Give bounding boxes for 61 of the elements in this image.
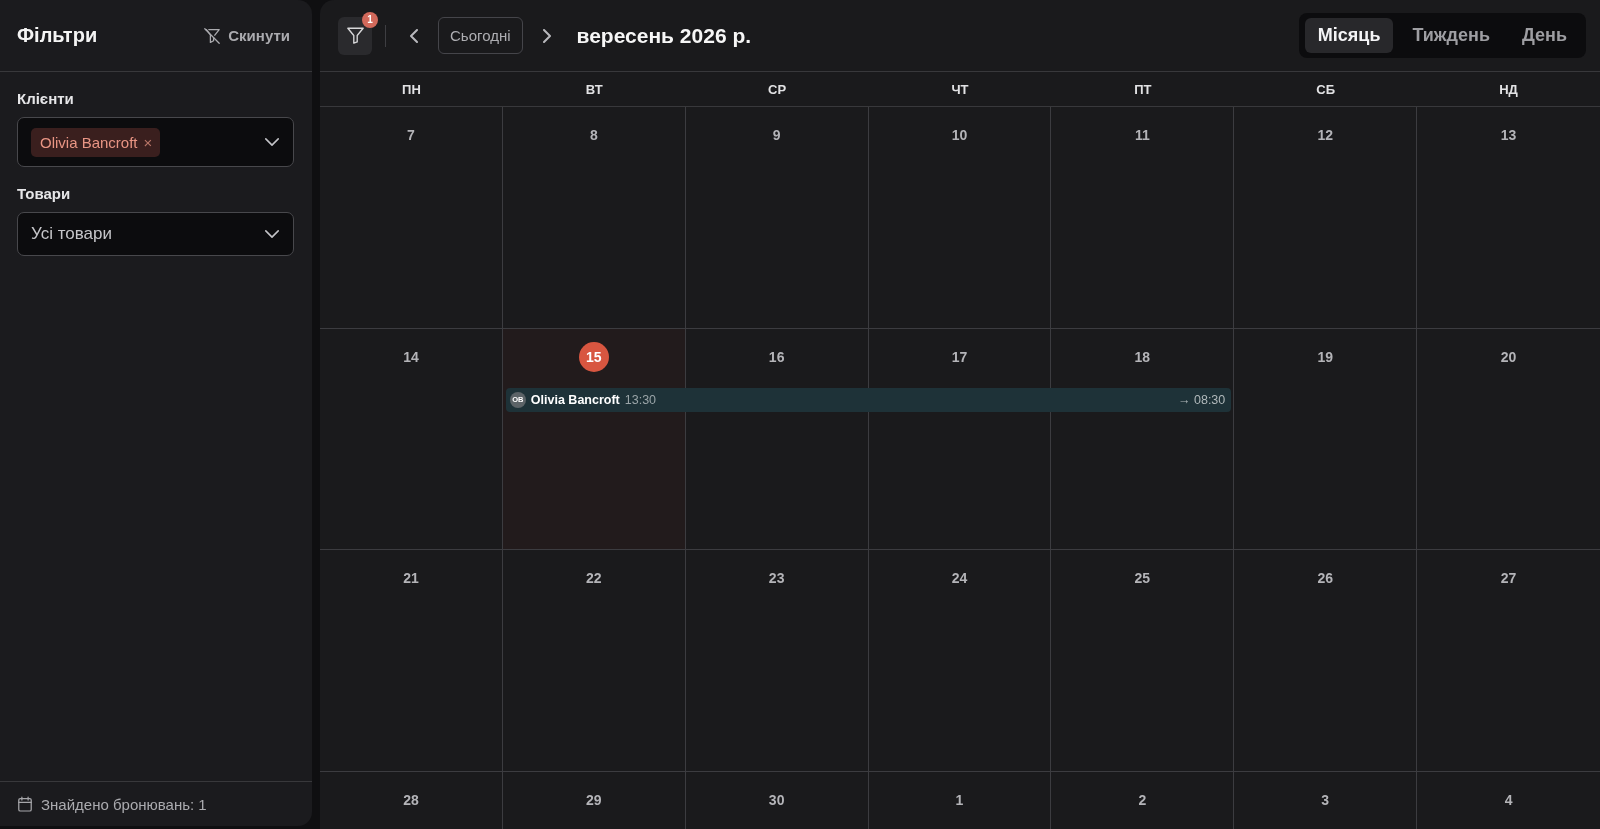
tag-label: Olivia Bancroft	[40, 133, 138, 151]
reset-filters-button[interactable]: Скинути	[200, 21, 294, 50]
weekday-label: ВТ	[585, 81, 603, 97]
weekday-label: НД	[1499, 81, 1518, 97]
day-number: 10	[951, 127, 968, 143]
bookings-count-text: Знайдено бронювань: 1	[41, 795, 207, 813]
day-number: 4	[1504, 791, 1513, 808]
view-tab[interactable]: Місяць	[1304, 18, 1394, 53]
day-number: 2	[1138, 791, 1147, 808]
filter-icon	[346, 27, 364, 44]
day-number: 20	[1500, 348, 1517, 365]
day-number: 7	[407, 127, 415, 143]
day-number: 14	[403, 348, 419, 365]
weekday-label: ПТ	[1134, 81, 1152, 97]
day-number: 21	[403, 570, 419, 586]
chevron-down-icon	[265, 230, 279, 238]
filter-label: Клієнти	[17, 90, 75, 107]
filter-toggle-button[interactable]	[338, 16, 372, 55]
filter-off-icon	[204, 27, 221, 44]
day-number: 1	[955, 791, 964, 808]
day-number: 24	[951, 570, 968, 586]
product-select-field[interactable]: Усі товари	[17, 212, 294, 256]
event-end-time: → 08:30	[1178, 392, 1226, 407]
day-number: 12	[1317, 127, 1333, 143]
day-number: 13	[1500, 127, 1517, 143]
day-number: 18	[1134, 348, 1151, 365]
today-date-badge: 15	[578, 341, 609, 372]
weekday-label: ПН	[402, 81, 421, 97]
day-number: 25	[1134, 570, 1151, 586]
event-start-time: 13:30	[624, 392, 657, 407]
chevron-right-icon	[542, 28, 551, 43]
day-number: 30	[768, 791, 785, 808]
remove-tag-button[interactable]: ×	[143, 134, 153, 150]
weekday-label: СР	[768, 81, 787, 97]
day-number: 23	[768, 570, 785, 586]
chevron-down-icon	[265, 138, 279, 146]
sidebar-title: Фільтри	[17, 24, 98, 47]
month-title: вересень 2026 р.	[576, 23, 752, 48]
day-number: 8	[589, 127, 598, 143]
weekday-label: ЧТ	[951, 81, 969, 97]
day-number: 19	[1317, 348, 1333, 365]
view-tab[interactable]: Тиждень	[1399, 18, 1503, 53]
filter-count-badge: 1	[362, 11, 378, 28]
day-number: 28	[403, 791, 419, 808]
chevron-left-icon	[410, 28, 418, 43]
day-number: 22	[586, 570, 602, 586]
today-button[interactable]: Сьогодні	[438, 17, 523, 54]
calendar-icon	[18, 796, 32, 812]
client-select-field[interactable]: Olivia Bancroft ×	[17, 117, 294, 167]
day-number: 26	[1317, 570, 1333, 586]
day-number: 16	[768, 348, 785, 365]
day-number: 29	[586, 791, 602, 808]
day-number: 27	[1500, 570, 1517, 586]
filter-label: Товари	[17, 185, 72, 202]
event-client-name: Olivia Bancroft	[530, 392, 620, 407]
day-number: 11	[1134, 127, 1150, 143]
day-number: 3	[1321, 791, 1330, 808]
view-tab[interactable]: День	[1509, 18, 1580, 53]
day-number: 17	[951, 348, 968, 365]
weekday-label: СБ	[1316, 81, 1336, 97]
day-number: 9	[772, 127, 781, 143]
